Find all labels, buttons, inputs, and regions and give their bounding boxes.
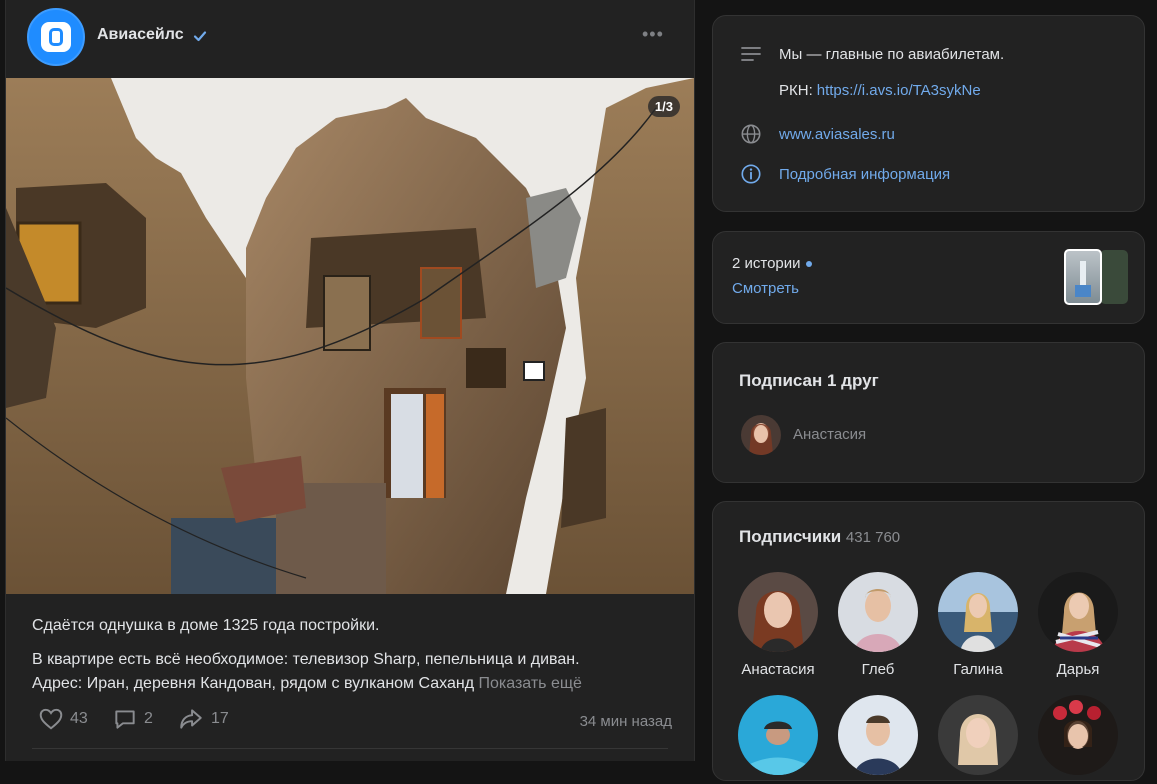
story-thumbnail[interactable]: [1064, 249, 1102, 305]
post-actions: 43 2 17 34 мин назад: [32, 706, 672, 738]
stories-title: 2 истории: [732, 255, 812, 272]
subscriber-item[interactable]: Галина: [928, 572, 1028, 678]
avatar: [838, 572, 918, 652]
like-button[interactable]: 43: [38, 706, 88, 732]
show-more-link[interactable]: Показать ещё: [478, 675, 581, 692]
subscribers-card: Подписчики 431 760 Анастасия Глеб Галина…: [712, 501, 1145, 781]
share-button[interactable]: 17: [177, 706, 229, 732]
post-text-line-wrap: Адрес: Иран, деревня Кандован, рядом с в…: [32, 672, 672, 696]
rkn-link[interactable]: https://i.avs.io/TA3sykNe: [817, 82, 981, 99]
details-link[interactable]: Подробная информация: [779, 166, 950, 183]
post-card: Авиасейлс ••• 1/3 Сдаётся однушка в доме…: [5, 0, 695, 761]
like-count: 43: [70, 710, 88, 727]
friends-title: Подписан 1 друг: [739, 371, 879, 390]
subscribers-title: Подписчики 431 760: [739, 527, 900, 547]
stories-card[interactable]: 2 истории Смотреть: [712, 231, 1145, 324]
post-header: Авиасейлс •••: [6, 0, 694, 78]
subscriber-name: Анастасия: [741, 661, 815, 678]
post-text-line: Сдаётся однушка в доме 1325 года построй…: [32, 617, 380, 634]
brand-logo-icon: [41, 22, 71, 52]
globe-icon: [739, 122, 763, 146]
heart-icon: [39, 708, 63, 730]
subscriber-item[interactable]: [928, 695, 1028, 784]
post-time[interactable]: 34 мин назад: [580, 713, 672, 730]
stories-count: 2 истории: [732, 255, 801, 272]
cave-houses-photo: [6, 78, 694, 594]
community-name[interactable]: Авиасейлс: [97, 26, 184, 44]
friends-card: Подписан 1 друг Анастасия: [712, 342, 1145, 483]
description-row: Мы — главные по авиабилетам.: [739, 42, 1004, 66]
avatar: [738, 695, 818, 775]
avatar: [938, 572, 1018, 652]
post-photo[interactable]: 1/3: [6, 78, 694, 594]
subscriber-item[interactable]: [828, 695, 928, 784]
subscriber-name: Галина: [953, 661, 1003, 678]
text-lines-icon: [739, 42, 763, 66]
divider: [32, 748, 668, 749]
friend-name[interactable]: Анастасия: [793, 426, 866, 443]
info-icon: [739, 162, 763, 186]
comment-button[interactable]: 2: [112, 706, 153, 732]
website-link[interactable]: www.aviasales.ru: [779, 126, 895, 143]
avatar: [1038, 695, 1118, 775]
comment-icon: [115, 710, 135, 729]
details-row: Подробная информация: [739, 162, 950, 186]
subscriber-name: Дарья: [1056, 661, 1100, 678]
share-icon: [180, 709, 202, 729]
avatar: [738, 572, 818, 652]
community-description: Мы — главные по авиабилетам.: [779, 45, 1005, 63]
subscribers-label: Подписчики: [739, 527, 842, 546]
subscribers-count: 431 760: [845, 529, 901, 546]
stories-view-link[interactable]: Смотреть: [732, 280, 799, 297]
post-text-line: В квартире есть всё необходимое: телевиз…: [32, 651, 580, 668]
subscriber-item[interactable]: Глеб: [828, 572, 928, 678]
share-count: 17: [211, 710, 229, 727]
new-dot-icon: [805, 261, 812, 268]
website-row: www.aviasales.ru: [739, 122, 895, 146]
avatar: [1038, 572, 1118, 652]
more-options-icon[interactable]: •••: [642, 24, 664, 45]
community-info-card: Мы — главные по авиабилетам. РКН: https:…: [712, 15, 1145, 212]
subscriber-item[interactable]: [1028, 695, 1128, 784]
rkn-row: РКН: https://i.avs.io/TA3sykNe: [779, 82, 981, 99]
subscriber-item[interactable]: Дарья: [1028, 572, 1128, 678]
avatar: [938, 695, 1018, 775]
verified-icon: [193, 31, 207, 42]
photo-counter: 1/3: [647, 96, 680, 117]
avatar: [838, 695, 918, 775]
rkn-label: РКН:: [779, 82, 813, 99]
post-text-line: Адрес: Иран, деревня Кандован, рядом с в…: [32, 675, 475, 692]
community-avatar[interactable]: [27, 8, 85, 66]
avatar[interactable]: [741, 415, 781, 455]
story-thumbnail[interactable]: [1100, 250, 1128, 304]
subscriber-item[interactable]: [728, 695, 828, 784]
post-text: Сдаётся однушка в доме 1325 года построй…: [32, 614, 672, 696]
subscriber-item[interactable]: Анастасия: [728, 572, 828, 678]
subscriber-name: Глеб: [861, 661, 895, 678]
comment-count: 2: [144, 710, 153, 727]
